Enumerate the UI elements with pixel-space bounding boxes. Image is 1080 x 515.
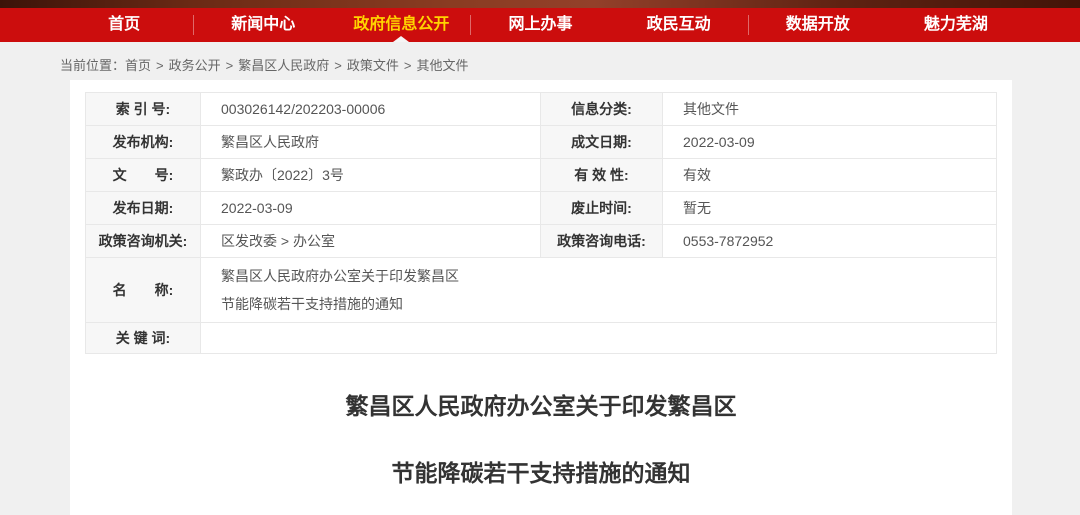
document-name-label: 名 称: [86, 258, 201, 323]
nav-item-government-info-disclosure[interactable]: 政府信息公开 [332, 8, 470, 42]
breadcrumb-separator: > [226, 58, 234, 73]
publish-date-value: 2022-03-09 [201, 192, 541, 225]
table-row: 索 引 号: 003026142/202203-00006 信息分类: 其他文件 [86, 93, 997, 126]
nav-item-online-services[interactable]: 网上办事 [471, 8, 609, 42]
policy-consult-phone-value: 0553-7872952 [663, 225, 997, 258]
issuing-agency-value: 繁昌区人民政府 [201, 126, 541, 159]
document-name-value: 繁昌区人民政府办公室关于印发繁昌区 节能降碳若干支持措施的通知 [201, 258, 997, 323]
main-nav: 首页 新闻中心 政府信息公开 网上办事 政民互动 数据开放 魅力芜湖 [0, 8, 1080, 42]
document-name-line1: 繁昌区人民政府办公室关于印发繁昌区 [221, 266, 996, 286]
document-number-value: 繁政办〔2022〕3号 [201, 159, 541, 192]
breadcrumb-separator: > [334, 58, 342, 73]
nav-item-open-data[interactable]: 数据开放 [749, 8, 887, 42]
written-date-value: 2022-03-09 [663, 126, 997, 159]
index-number-label: 索 引 号: [86, 93, 201, 126]
nav-item-public-interaction[interactable]: 政民互动 [610, 8, 748, 42]
breadcrumb-item-fanchang-gov[interactable]: 繁昌区人民政府 [238, 58, 329, 73]
policy-consult-phone-label: 政策咨询电话: [541, 225, 663, 258]
article-title-line1: 繁昌区人民政府办公室关于印发繁昌区 [85, 394, 997, 418]
banner-image [0, 0, 1080, 8]
validity-value: 有效 [663, 159, 997, 192]
document-number-label: 文 号: [86, 159, 201, 192]
validity-label: 有 效 性: [541, 159, 663, 192]
article-title-line2: 节能降碳若干支持措施的通知 [85, 461, 997, 485]
nav-item-home[interactable]: 首页 [55, 8, 193, 42]
breadcrumb-item-other-documents[interactable]: 其他文件 [416, 58, 468, 73]
issuing-agency-label: 发布机构: [86, 126, 201, 159]
breadcrumb-separator: > [404, 58, 412, 73]
table-row: 名 称: 繁昌区人民政府办公室关于印发繁昌区 节能降碳若干支持措施的通知 [86, 258, 997, 323]
nav-item-news-center[interactable]: 新闻中心 [194, 8, 332, 42]
nav-item-charm-wuhu[interactable]: 魅力芜湖 [887, 8, 1025, 42]
info-category-label: 信息分类: [541, 93, 663, 126]
keywords-label: 关 键 词: [86, 323, 201, 354]
table-row: 文 号: 繁政办〔2022〕3号 有 效 性: 有效 [86, 159, 997, 192]
breadcrumb-item-home[interactable]: 首页 [125, 58, 151, 73]
table-row: 发布机构: 繁昌区人民政府 成文日期: 2022-03-09 [86, 126, 997, 159]
breadcrumb-separator: > [156, 58, 164, 73]
info-category-value: 其他文件 [663, 93, 997, 126]
written-date-label: 成文日期: [541, 126, 663, 159]
breadcrumb: 当前位置：首页 > 政务公开 > 繁昌区人民政府 > 政策文件 > 其他文件 [0, 42, 1080, 80]
breadcrumb-item-policy-documents[interactable]: 政策文件 [347, 58, 399, 73]
content-card: 索 引 号: 003026142/202203-00006 信息分类: 其他文件… [70, 80, 1012, 515]
table-row: 关 键 词: [86, 323, 997, 354]
keywords-value [201, 323, 997, 354]
repeal-time-value: 暂无 [663, 192, 997, 225]
table-row: 政策咨询机关: 区发改委 > 办公室 政策咨询电话: 0553-7872952 [86, 225, 997, 258]
document-name-line2: 节能降碳若干支持措施的通知 [221, 294, 996, 314]
table-row: 发布日期: 2022-03-09 废止时间: 暂无 [86, 192, 997, 225]
breadcrumb-label: 当前位置： [60, 58, 125, 73]
document-info-table: 索 引 号: 003026142/202203-00006 信息分类: 其他文件… [85, 92, 997, 354]
repeal-time-label: 废止时间: [541, 192, 663, 225]
policy-consult-agency-label: 政策咨询机关: [86, 225, 201, 258]
publish-date-label: 发布日期: [86, 192, 201, 225]
policy-consult-agency-value: 区发改委 > 办公室 [201, 225, 541, 258]
index-number-value: 003026142/202203-00006 [201, 93, 541, 126]
breadcrumb-item-gov-affairs[interactable]: 政务公开 [169, 58, 221, 73]
